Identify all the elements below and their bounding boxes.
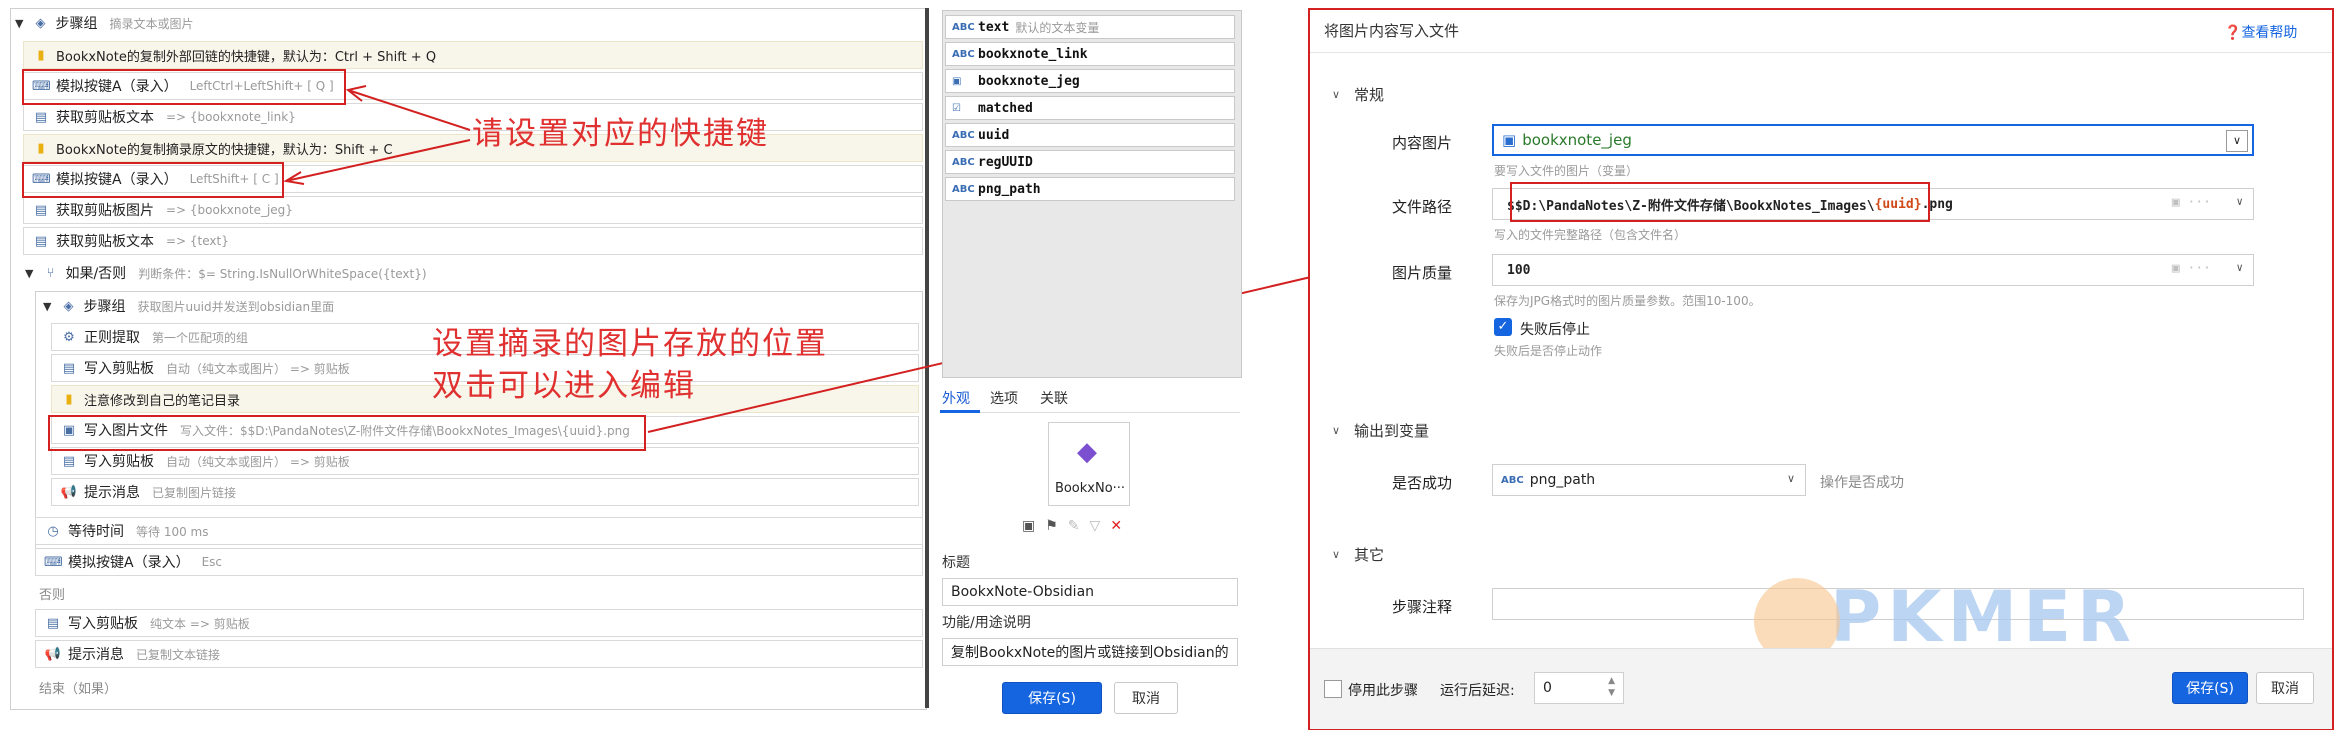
variable-item[interactable]: ABC bookxnote_link — [945, 42, 1235, 66]
obsidian-icon: ◆ — [1077, 437, 1097, 467]
app-icon-label: BookxNo··· — [1054, 481, 1126, 496]
note-label: 步骤注释 — [1391, 598, 1452, 616]
write-image-dialog: 将图片内容写入文件 ❓查看帮助 ∨ 常规 内容图片 ▣ bookxnote_je… — [1308, 8, 2334, 730]
variable-item[interactable]: ▣ bookxnote_jeg — [945, 69, 1235, 93]
title-label: 标题 — [942, 555, 970, 571]
abc-icon: ABC — [952, 129, 975, 141]
abc-icon: ABC — [1501, 474, 1524, 486]
variable-item[interactable]: ☑ matched — [945, 96, 1235, 120]
cancel-button[interactable]: 取消 — [1114, 682, 1178, 714]
stop-checkbox[interactable]: ✓ — [1494, 318, 1512, 336]
icon-toolbar: ▣⚑✎▽✕ — [1022, 518, 1132, 534]
section-other: 其它 — [1354, 546, 1385, 564]
image-icon[interactable]: ▣ — [1022, 518, 1045, 534]
help-icon: ❓ — [2224, 25, 2242, 41]
success-select[interactable]: ABC png_path ∨ — [1492, 464, 1806, 496]
description-input[interactable]: 复制BookxNote的图片或链接到Obsidian的 — [942, 638, 1238, 666]
abc-icon: ABC — [952, 183, 975, 195]
more-icon[interactable]: ▣ ··· — [2172, 261, 2211, 276]
image-select[interactable]: ▣ bookxnote_jeg ∨ — [1492, 124, 2254, 156]
more-icon[interactable]: ▣ ··· — [2172, 195, 2211, 210]
tab-relations[interactable]: 关联 — [1040, 388, 1068, 408]
stop-label: 失败后停止 — [1520, 322, 1590, 338]
abc-icon: ABC — [952, 48, 975, 60]
image-icon: ▣ — [1502, 131, 1517, 149]
chevron-down-icon[interactable]: ∨ — [1332, 88, 1340, 101]
image-icon: ▣ — [952, 75, 962, 87]
quality-hint: 保存为JPG格式时的图片质量参数。范围10-100。 — [1494, 294, 1761, 308]
watermark: PKMER — [1830, 576, 2137, 658]
highlight-box — [1510, 182, 1930, 222]
arrow-line — [347, 89, 471, 131]
section-general: 常规 — [1354, 86, 1385, 104]
shirt-icon[interactable]: ▽ — [1090, 518, 1111, 534]
disable-checkbox[interactable] — [1324, 680, 1342, 698]
divider — [1310, 52, 2332, 53]
section-output: 输出到变量 — [1354, 422, 1430, 440]
variable-item[interactable]: ABC regUUID — [945, 150, 1235, 174]
chevron-down-icon[interactable]: ∨ — [1332, 424, 1340, 437]
chevron-down-icon[interactable]: ∨ — [2236, 195, 2243, 208]
quality-label: 图片质量 — [1391, 264, 1452, 282]
chevron-down-icon[interactable]: ∨ — [1332, 548, 1340, 561]
quality-input[interactable]: 100 ▣ ··· ∨ — [1492, 254, 2254, 286]
app-icon-box[interactable]: ◆ BookxNo··· — [1048, 422, 1130, 506]
title-input[interactable]: BookxNote-Obsidian — [942, 578, 1238, 606]
pen-icon[interactable]: ✎ — [1068, 518, 1090, 534]
stepper-arrows-icon[interactable]: ▲ ▼ — [1608, 675, 1615, 699]
image-label: 内容图片 — [1391, 134, 1452, 152]
checkbox-icon: ☑ — [952, 102, 961, 114]
dialog-title: 将图片内容写入文件 — [1324, 22, 1460, 40]
tab-divider — [940, 412, 1240, 413]
success-label: 是否成功 — [1391, 474, 1452, 492]
delay-stepper[interactable]: 0 ▲ ▼ — [1534, 672, 1624, 704]
close-icon[interactable]: ✕ — [1110, 518, 1132, 534]
arrow-line — [285, 139, 471, 182]
flag-icon[interactable]: ⚑ — [1045, 518, 1068, 534]
disable-label: 停用此步骤 — [1348, 683, 1418, 699]
tab-options[interactable]: 选项 — [990, 388, 1018, 408]
tab-appearance[interactable]: 外观 — [942, 388, 970, 408]
tab-active-indicator — [940, 410, 980, 413]
help-link[interactable]: ❓查看帮助 — [2224, 22, 2297, 42]
chevron-down-icon[interactable]: ∨ — [2236, 261, 2243, 274]
success-hint: 操作是否成功 — [1820, 475, 1904, 491]
save-button[interactable]: 保存(S) — [1002, 682, 1102, 714]
delay-label: 运行后延迟: — [1440, 683, 1515, 699]
stop-hint: 失败后是否停止动作 — [1494, 344, 1603, 358]
abc-icon: ABC — [952, 21, 975, 33]
variable-item[interactable]: ABC png_path — [945, 177, 1235, 201]
image-hint: 要写入文件的图片（变量） — [1494, 164, 1639, 178]
variable-item[interactable]: ABC text 默认的文本变量 — [945, 15, 1235, 39]
variable-item[interactable]: ABC uuid — [945, 123, 1235, 147]
chevron-down-icon[interactable]: ∨ — [2226, 130, 2248, 152]
chevron-down-icon[interactable]: ∨ — [1787, 472, 1795, 485]
abc-icon: ABC — [952, 156, 975, 168]
dialog-save-button[interactable]: 保存(S) — [2172, 672, 2248, 704]
path-label: 文件路径 — [1391, 198, 1452, 216]
description-label: 功能/用途说明 — [942, 615, 1031, 631]
path-hint: 写入的文件完整路径（包含文件名） — [1494, 228, 1687, 242]
variables-panel: ABC text 默认的文本变量 ABC bookxnote_link ▣ bo… — [942, 10, 1242, 378]
dialog-cancel-button[interactable]: 取消 — [2256, 672, 2314, 704]
